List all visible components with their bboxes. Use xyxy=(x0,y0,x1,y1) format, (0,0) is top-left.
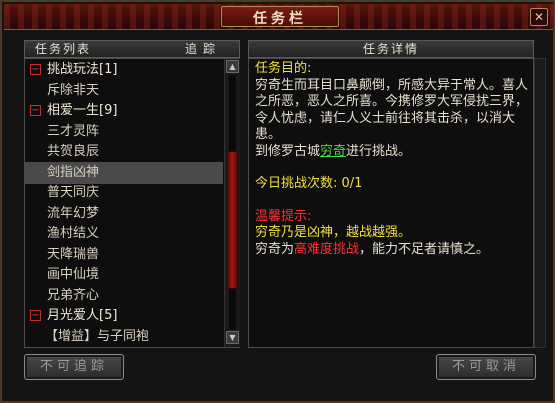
quest-category-label: 月光爱人[5] xyxy=(47,308,118,323)
title-plate: 任务栏 xyxy=(221,6,339,27)
quest-category-label: 相爱一生[9] xyxy=(47,103,118,118)
quest-window: 任务栏 ✕ 任务列表 追踪 任务详情 − 挑战玩法[1] 斥除非天 − 相爱一生[9] 三… xyxy=(0,0,555,403)
collapse-icon[interactable]: − xyxy=(30,105,41,116)
quest-list-panel: − 挑战玩法[1] 斥除非天 − 相爱一生[9] 三才灵阵 共贺良辰 剑指凶神 普天同庆 流年幻梦… xyxy=(24,58,240,348)
go-prefix: 到修罗古城 xyxy=(255,143,321,159)
quest-item-label: 流年幻梦 xyxy=(47,205,100,221)
goal-label: 任务目的: xyxy=(255,61,312,76)
quest-item-label: 天降瑞兽 xyxy=(47,246,100,262)
quest-list-header: 任务列表 追踪 xyxy=(24,40,240,58)
quest-item-label: 画中仙境 xyxy=(47,267,100,282)
tip-prefix: 穷奇为 xyxy=(255,241,295,257)
quest-item[interactable]: 剑指凶神 xyxy=(25,161,223,184)
quest-detail-header: 任务详情 xyxy=(248,40,534,58)
tip-line-1: 穷奇乃是凶神，越战越强。 xyxy=(255,225,412,240)
quest-item[interactable]: 共贺良辰 xyxy=(25,141,223,163)
quest-list-title: 任务列表 xyxy=(35,42,92,56)
npc-link[interactable]: 穷奇 xyxy=(320,144,346,159)
track-button[interactable]: 不可追踪 xyxy=(24,354,124,380)
quest-item-label: 三才灵阵 xyxy=(47,123,100,139)
quest-detail-panel: 任务目的: 穷奇生而耳目口鼻颠倒，所感大异于常人。喜人之所恶，恶人之所喜。今携修… xyxy=(248,58,534,348)
window-title: 任务栏 xyxy=(253,11,307,27)
collapse-icon[interactable]: − xyxy=(30,64,41,75)
quest-item-label: 共贺良辰 xyxy=(47,144,100,159)
detail-scrollbar[interactable] xyxy=(534,58,546,348)
quest-item[interactable]: 画中仙境 xyxy=(25,264,223,286)
track-column-title: 追踪 xyxy=(185,42,222,56)
quest-item-label: 兄弟齐心 xyxy=(47,287,100,303)
quest-list: − 挑战玩法[1] 斥除非天 − 相爱一生[9] 三才灵阵 共贺良辰 剑指凶神 普天同庆 流年幻梦… xyxy=(25,59,223,347)
cancel-quest-button[interactable]: 不可取消 xyxy=(436,354,536,380)
quest-description: 穷奇生而耳目口鼻颠倒，所感大异于常人。喜人之所恶，恶人之所喜。今携修罗大军侵扰三… xyxy=(255,77,529,143)
quest-category-label: 挑战玩法[1] xyxy=(47,62,118,77)
daily-challenge-count: 今日挑战次数: 0/1 xyxy=(255,176,363,191)
tip-label: 温馨提示: xyxy=(255,208,312,224)
collapse-icon[interactable]: − xyxy=(30,310,41,321)
quest-item[interactable]: 天降瑞兽 xyxy=(25,244,223,266)
scroll-thumb[interactable] xyxy=(227,151,238,289)
quest-item[interactable]: 渔村结义 xyxy=(25,223,223,245)
quest-list-scrollbar[interactable]: ▲ ▼ xyxy=(224,59,240,347)
tip-highlight: 高难度挑战 xyxy=(294,241,360,257)
quest-item-label: 【增益】与子同袍 xyxy=(45,328,150,344)
quest-item[interactable]: 兄弟齐心 xyxy=(25,285,223,307)
quest-category[interactable]: − 月光爱人[5] xyxy=(25,305,223,327)
scroll-down-icon[interactable]: ▼ xyxy=(226,331,239,344)
tip-line-2: 穷奇为高难度挑战，能力不足者请慎之。 xyxy=(255,242,529,259)
quest-item[interactable]: 流年幻梦 xyxy=(25,203,223,225)
quest-item-label: 渔村结义 xyxy=(47,226,100,241)
quest-item-label: 斥除非天 xyxy=(47,82,100,98)
close-icon[interactable]: ✕ xyxy=(530,8,548,26)
quest-item-label: 剑指凶神 xyxy=(47,164,100,180)
title-bar[interactable]: 任务栏 ✕ xyxy=(4,4,553,30)
quest-item-label: 普天同庆 xyxy=(47,185,100,200)
quest-item[interactable]: 【增益】与子同袍 xyxy=(25,326,223,348)
tip-suffix: ，能力不足者请慎之。 xyxy=(359,241,490,257)
quest-category[interactable]: − 相爱一生[9] xyxy=(25,100,223,122)
scroll-up-icon[interactable]: ▲ xyxy=(226,60,239,73)
quest-item[interactable]: 斥除非天 xyxy=(25,80,223,102)
quest-category[interactable]: − 挑战玩法[1] xyxy=(25,59,223,81)
go-instruction: 到修罗古城穷奇进行挑战。 xyxy=(255,144,529,161)
quest-item[interactable]: 普天同庆 xyxy=(25,182,223,204)
quest-item[interactable]: 三才灵阵 xyxy=(25,121,223,143)
go-suffix: 进行挑战。 xyxy=(346,143,412,159)
